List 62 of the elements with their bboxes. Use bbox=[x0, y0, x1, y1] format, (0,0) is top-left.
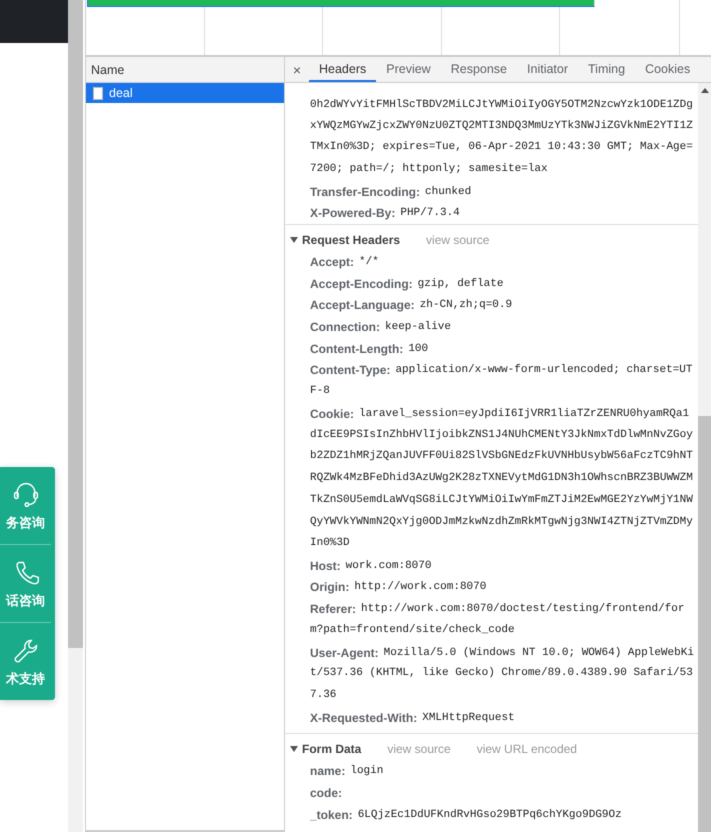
header-name: Host: bbox=[310, 558, 341, 573]
header-value: */* bbox=[359, 256, 379, 268]
header-name: Cookie: bbox=[310, 406, 354, 421]
header-name: X-Requested-With: bbox=[310, 710, 418, 725]
scroll-up-icon[interactable] bbox=[701, 88, 709, 93]
side-panel-button[interactable]: 话咨询 bbox=[0, 545, 51, 623]
scrollbar-thumb[interactable] bbox=[68, 0, 83, 648]
header-name: code: bbox=[310, 786, 342, 800]
dark-header-bar bbox=[0, 0, 68, 43]
section-title[interactable]: Request Headers bbox=[302, 233, 400, 248]
header-value: keep-alive bbox=[385, 321, 452, 334]
header-value: zh-CN,zh;q=0.9 bbox=[420, 299, 512, 312]
header-value: application/x-www-form-urlencoded; charset=UT bbox=[395, 364, 692, 376]
header-value: PHP/7.3.4 bbox=[400, 207, 460, 220]
tab[interactable]: Preview bbox=[376, 57, 441, 82]
header-name: Connection: bbox=[310, 320, 380, 334]
header-name: name: bbox=[310, 764, 346, 778]
header-name: X-Powered-By: bbox=[310, 206, 396, 220]
header-value: gzip, deflate bbox=[418, 278, 504, 290]
side-panel-button[interactable]: 术支持 bbox=[0, 623, 51, 700]
header-value: laravel_session=eyJpdiI6IjVRR1liaTZrZENRU0hyamRQa1 bbox=[359, 408, 690, 420]
header-value-continued: m?path=frontend/site/check_code bbox=[309, 622, 516, 638]
header-value: http://work.com:8070/doctest/testing/frontend/for bbox=[361, 603, 684, 616]
header-value: http://work.com:8070 bbox=[354, 581, 486, 594]
file-icon bbox=[93, 86, 103, 100]
header-value-continued: F-8 bbox=[309, 384, 331, 400]
header-name: _token: bbox=[310, 808, 353, 822]
header-name: Accept: bbox=[310, 255, 354, 270]
header-name: Accept-Language: bbox=[310, 298, 415, 312]
header-value: 100 bbox=[408, 342, 428, 355]
section-title[interactable]: Form Data bbox=[302, 742, 362, 756]
header-value: Mozilla/5.0 (Windows NT 10.0; WOW64) AppleWebKi bbox=[384, 646, 694, 659]
header-value: login bbox=[350, 765, 384, 778]
column-header: Name bbox=[86, 57, 284, 83]
tab[interactable]: Timing bbox=[578, 57, 636, 82]
header-value-continued: t/537.36 (KHTML, like Gecko) Chrome/89.0.4389.90 Safari/53 7.36 bbox=[309, 666, 694, 704]
view-link[interactable]: view URL encoded bbox=[476, 742, 577, 756]
side-panel-button[interactable]: 务咨询 bbox=[0, 467, 51, 545]
tab[interactable]: Response bbox=[440, 57, 518, 82]
header-name: Accept-Encoding: bbox=[310, 276, 413, 291]
triangle-icon[interactable] bbox=[290, 237, 298, 244]
header-name: Content-Length: bbox=[310, 342, 404, 356]
tab[interactable]: Cookies bbox=[635, 57, 700, 82]
triangle-icon[interactable] bbox=[290, 746, 298, 752]
header-name: User-Agent: bbox=[310, 646, 379, 660]
header-name: Referer: bbox=[310, 602, 356, 616]
header-value: work.com:8070 bbox=[346, 560, 432, 572]
header-value: 0h2dWYvYitFMHlScTBDV2MiLCJtYWMiOiIyOGY5OTM2NzcwYzk1ODE1ZDg bbox=[310, 98, 693, 111]
header-value: chunked bbox=[425, 186, 472, 198]
header-name: Transfer-Encoding: bbox=[310, 184, 420, 199]
tab[interactable]: Headers bbox=[309, 57, 376, 82]
close-button[interactable]: × bbox=[285, 57, 309, 82]
header-value: 6LQjzEc1DdUFKndRvHGso29BTPq6chYKgo9DG9Oz bbox=[358, 808, 622, 821]
header-name: Origin: bbox=[310, 580, 350, 594]
scrollbar[interactable] bbox=[698, 83, 711, 832]
header-name: Content-Type: bbox=[310, 363, 390, 378]
header-value: XMLHttpRequest bbox=[422, 712, 515, 724]
view-link[interactable]: view source bbox=[387, 742, 451, 756]
scrollbar-thumb[interactable] bbox=[698, 416, 711, 832]
request-row[interactable]: deal bbox=[86, 83, 284, 103]
tab[interactable]: Initiator bbox=[517, 57, 578, 82]
view-link[interactable]: view source bbox=[426, 233, 490, 248]
